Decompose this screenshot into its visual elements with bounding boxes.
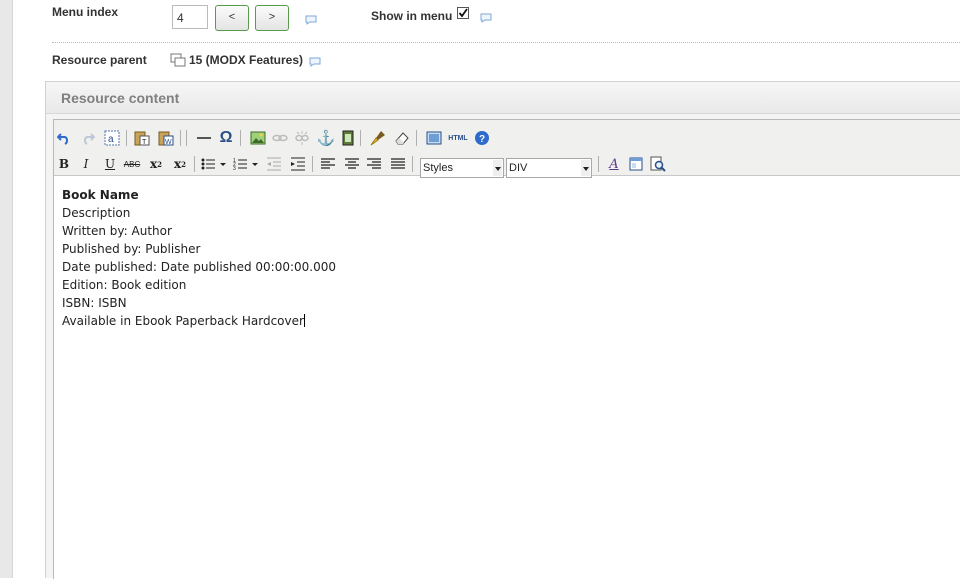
remove-format-icon[interactable] bbox=[392, 128, 412, 148]
chevron-down-icon bbox=[493, 160, 502, 176]
visual-aid-icon[interactable] bbox=[424, 128, 444, 148]
menu-index-label: Menu index bbox=[52, 5, 119, 19]
undo-icon[interactable] bbox=[54, 128, 74, 148]
help-icon[interactable]: ? bbox=[472, 128, 492, 148]
align-center-icon[interactable] bbox=[342, 154, 362, 174]
html-source-label: HTML bbox=[448, 134, 468, 142]
resource-parent-label: Resource parent bbox=[52, 53, 147, 67]
content-line: Written by: Author bbox=[62, 224, 172, 238]
format-select-value: DIV bbox=[509, 162, 528, 174]
insert-link-icon[interactable] bbox=[270, 128, 290, 148]
styles-select[interactable]: Styles bbox=[420, 158, 504, 178]
menu-index-decrement-button[interactable]: < bbox=[215, 5, 249, 31]
chevron-down-icon bbox=[581, 160, 590, 176]
paste-text-icon[interactable]: T bbox=[132, 128, 152, 148]
left-gutter bbox=[0, 0, 13, 578]
content-line: Book Name bbox=[62, 188, 139, 202]
content-line: Date published: Date published 00:00:00.… bbox=[62, 260, 337, 274]
menu-index-input[interactable]: 4 bbox=[172, 5, 208, 29]
text-style-icon[interactable]: A bbox=[604, 154, 624, 174]
media-icon[interactable] bbox=[338, 128, 358, 148]
svg-text:?: ? bbox=[479, 134, 485, 145]
outdent-icon[interactable] bbox=[264, 154, 284, 174]
text-caret bbox=[303, 314, 305, 327]
special-char-icon[interactable]: Ω bbox=[216, 128, 236, 148]
bold-icon[interactable]: B bbox=[54, 154, 74, 174]
anchor-icon[interactable]: ⚓ bbox=[316, 128, 336, 148]
numbered-list-icon[interactable]: 123 bbox=[232, 154, 260, 174]
resource-tree-icon[interactable] bbox=[170, 53, 186, 67]
panel-header[interactable]: Resource content bbox=[46, 82, 960, 114]
editor-toolbar: a T W Ω ⚓ HTML ? B I U ABC x 2 x 2 1 2 3… bbox=[54, 120, 960, 178]
content-line: ISBN: ISBN bbox=[62, 296, 127, 310]
format-select[interactable]: DIV bbox=[506, 158, 592, 178]
align-right-icon[interactable] bbox=[364, 154, 384, 174]
svg-text:T: T bbox=[142, 139, 147, 146]
resource-parent-value[interactable]: 15 (MODX Features) bbox=[189, 53, 303, 67]
superscript-icon[interactable]: x2 bbox=[170, 154, 190, 174]
cleanup-icon[interactable] bbox=[368, 128, 388, 148]
unlink-icon[interactable] bbox=[292, 128, 312, 148]
svg-text:a: a bbox=[108, 134, 114, 145]
justify-icon[interactable] bbox=[388, 154, 408, 174]
bullet-list-icon[interactable] bbox=[200, 154, 228, 174]
svg-text:W: W bbox=[165, 139, 172, 146]
divider bbox=[52, 42, 960, 43]
content-line: Description bbox=[62, 206, 131, 220]
show-in-menu-checkbox[interactable] bbox=[457, 7, 469, 19]
content-line: Available in Ebook Paperback Hardcover bbox=[62, 314, 304, 328]
content-line: Published by: Publisher bbox=[62, 242, 201, 256]
italic-icon[interactable]: I bbox=[76, 154, 96, 174]
comment-icon[interactable] bbox=[480, 13, 492, 23]
template-icon[interactable] bbox=[626, 154, 646, 174]
comment-icon[interactable] bbox=[309, 57, 321, 67]
checkmark-icon bbox=[458, 8, 468, 18]
underline-icon[interactable]: U bbox=[100, 154, 120, 174]
rich-text-editor[interactable]: a T W Ω ⚓ HTML ? B I U ABC x 2 x 2 1 2 3… bbox=[53, 119, 960, 579]
indent-icon[interactable] bbox=[288, 154, 308, 174]
insert-image-icon[interactable] bbox=[248, 128, 268, 148]
content-line: Edition: Book edition bbox=[62, 278, 187, 292]
html-source-icon[interactable]: HTML bbox=[446, 128, 470, 148]
preview-icon[interactable] bbox=[648, 154, 668, 174]
styles-select-value: Styles bbox=[423, 162, 453, 174]
panel-title: Resource content bbox=[61, 90, 180, 106]
resource-content-panel: Resource content a T W Ω ⚓ HTML ? B I U … bbox=[45, 81, 960, 579]
align-left-icon[interactable] bbox=[318, 154, 338, 174]
svg-text:3: 3 bbox=[233, 166, 236, 171]
menu-index-increment-button[interactable]: > bbox=[255, 5, 289, 31]
horizontal-rule-icon[interactable] bbox=[194, 128, 214, 148]
subscript-icon[interactable]: x2 bbox=[146, 154, 166, 174]
paste-word-icon[interactable]: W bbox=[156, 128, 176, 148]
editor-content[interactable]: Book Name Description Written by: Author… bbox=[62, 186, 336, 330]
redo-icon[interactable] bbox=[78, 128, 98, 148]
strikethrough-icon[interactable]: ABC bbox=[122, 154, 142, 174]
show-in-menu-label: Show in menu bbox=[371, 9, 453, 23]
comment-icon[interactable] bbox=[305, 15, 317, 25]
select-all-icon[interactable]: a bbox=[102, 128, 122, 148]
